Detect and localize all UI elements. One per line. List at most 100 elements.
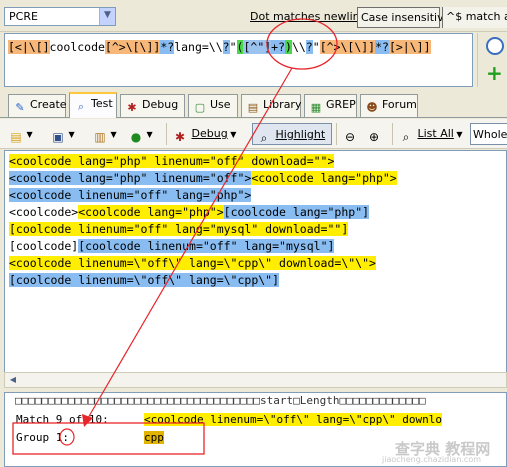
refresh-button[interactable]: ● ▼ [128, 123, 162, 145]
regex-token: ? [222, 40, 230, 54]
subject-text: <coolcode> [9, 205, 79, 219]
tab-label: Use [210, 98, 231, 111]
match-highlight: [coolcode linenum="off" lang="mysql"] [78, 239, 335, 253]
regex-token: *? [160, 40, 175, 54]
whole-line-label: Whole l [473, 128, 507, 141]
subject-line[interactable]: [coolcode linenum=\"off\" lang=\"cpp\"] [9, 272, 280, 289]
save-button[interactable]: ▣ ▼ [50, 123, 84, 145]
regex-token: " [229, 40, 237, 54]
regex-text[interactable]: [<|\[]coolcode[^>\[\]]*?lang=\\?"([^"]+?… [8, 38, 468, 56]
tab-debug[interactable]: ✱ Debug [120, 94, 185, 117]
tab-label: Create [30, 98, 67, 111]
test-search-icon: ⌕ [77, 100, 85, 113]
regex-token: coolcode [49, 40, 105, 54]
open-file-icon: ▤ [10, 130, 22, 144]
tab-create[interactable]: ✎ Create [8, 94, 67, 117]
debug-bug-icon: ✱ [127, 101, 137, 114]
match-value[interactable]: <coolcode linenum=\"off\" lang=\"cpp\" d… [144, 412, 443, 428]
dot-matches-newline-toggle[interactable]: Dot matches newline [247, 7, 366, 28]
list-search-icon: ⌕ [402, 130, 410, 144]
tab-label: GREP [326, 98, 356, 111]
zoom-next-icon: ⊕ [368, 130, 380, 144]
options-bar: PCRE ▼ Dot matches newline Case insensit… [0, 0, 507, 32]
toolbar-divider [392, 123, 393, 145]
toolbar-divider [166, 123, 167, 145]
next-match-button[interactable]: ⊕ [366, 123, 386, 145]
regex-side-toolbar: + [477, 33, 507, 87]
match-highlight: [coolcode linenum="off" lang="mysql" dow… [9, 222, 349, 236]
refresh-icon: ● [130, 130, 142, 144]
list-all-button[interactable]: ⌕ List All ▼ [398, 123, 466, 145]
paste-button[interactable]: ▥ ▼ [92, 123, 126, 145]
subject-line[interactable]: <coolcode><coolcode lang="php">[coolcode… [9, 204, 370, 221]
match-at-label: ^$ match at [446, 10, 507, 23]
case-insensitive-label: Case insensitive [361, 11, 451, 24]
subject-line[interactable]: <coolcode lang="php" linenum="off" downl… [9, 153, 335, 170]
group-label: Group 1: [16, 431, 69, 444]
tab-test[interactable]: ⌕ Test [69, 92, 117, 118]
tab-use[interactable]: ▢ Use [188, 94, 238, 117]
tab-forum[interactable]: ☻ Forum [360, 94, 418, 117]
test-toolbar: ▤ ▼ ▣ ▼ ▥ ▼ ● ▼ ✱ Debug ▼ ⌕ Highlight ⊖ … [0, 119, 507, 149]
regex-token: [^>\[\]] [319, 40, 376, 54]
forum-icon: ☻ [366, 101, 378, 114]
scroll-left-icon[interactable]: ◀ [6, 374, 20, 386]
whole-line-select[interactable]: Whole l [470, 123, 507, 145]
group-value[interactable]: cpp [144, 430, 164, 446]
regex-token: [^>\[\]] [104, 40, 161, 54]
zoom-previous-icon: ⊖ [344, 130, 356, 144]
subject-line[interactable]: <coolcode linenum=\"off\" lang=\"cpp\" d… [9, 255, 376, 272]
paste-icon: ▥ [94, 130, 106, 144]
horizontal-scrollbar[interactable]: ◀ [4, 372, 507, 388]
results-header: □□□□□□□□□□□□□□□□□□□□□□□□□□□□□□□□□□□□□sta… [15, 394, 426, 407]
watermark-url: jiaocheng.chazidian.com [382, 455, 482, 464]
list-all-label: List All [417, 127, 454, 140]
regex-token: " [312, 40, 320, 54]
regex-token: [>|\]] [388, 40, 431, 54]
add-icon[interactable]: + [486, 63, 504, 83]
tab-label: Test [91, 97, 113, 110]
regex-editor[interactable]: [<|\[]coolcode[^>\[\]]*?lang=\\?"([^"]+?… [4, 33, 473, 87]
tab-label: Forum [382, 98, 417, 111]
debug-button[interactable]: ✱ Debug ▼ [172, 123, 246, 145]
tab-grep[interactable]: ▦ GREP [304, 94, 357, 117]
bug-icon: ✱ [174, 130, 186, 144]
subject-line[interactable]: <coolcode lang="php" linenum="off"><cool… [9, 170, 397, 187]
match-highlight: <coolcode lang="php"> [78, 205, 224, 219]
match-highlight: <coolcode linenum="off" lang="php"> [9, 188, 252, 202]
match-at-line-breaks-toggle[interactable]: ^$ match at [442, 7, 507, 28]
regex-flavor-select[interactable]: PCRE ▼ [4, 7, 116, 26]
history-icon[interactable] [486, 37, 504, 55]
match-highlight: <coolcode lang="php"> [251, 171, 397, 185]
subject-line[interactable]: <coolcode linenum="off" lang="php"> [9, 187, 252, 204]
tab-label: Debug [142, 98, 179, 111]
regex-token: *? [375, 40, 389, 54]
tab-label: Library [263, 98, 302, 111]
chevron-down-icon[interactable]: ▼ [99, 8, 115, 25]
case-insensitive-toggle[interactable]: Case insensitive [357, 7, 450, 28]
regex-token: ? [305, 40, 313, 54]
regex-token: ) [285, 40, 292, 54]
open-file-button[interactable]: ▤ ▼ [8, 123, 42, 145]
regex-token: [<|\[] [8, 40, 50, 54]
subject-text: [coolcode] [9, 239, 79, 253]
regex-token: lang=\\ [174, 40, 223, 54]
use-icon: ▢ [194, 101, 206, 114]
subject-line[interactable]: [coolcode linenum="off" lang="mysql" dow… [9, 221, 349, 238]
dot-matches-newline-label: Dot matches newline [250, 10, 367, 23]
match-value-text: <coolcode linenum=\"off\" lang=\"cpp\" d… [144, 413, 443, 426]
grep-icon: ▦ [310, 101, 322, 114]
previous-match-button[interactable]: ⊖ [342, 123, 362, 145]
highlight-label: Highlight [275, 128, 326, 141]
highlight-toggle[interactable]: ⌕ Highlight [252, 123, 332, 145]
subject-line[interactable]: [coolcode][coolcode linenum="off" lang="… [9, 238, 335, 255]
main-tabs: ✎ Create ⌕ Test ✱ Debug ▢ Use ▤ Library ▦ GREP ☻ Foru… [0, 92, 507, 118]
match-label: Match 9 of 10: [16, 413, 109, 426]
subject-text-area[interactable]: <coolcode lang="php" linenum="off" downl… [4, 150, 507, 374]
match-highlight: <coolcode lang="php" linenum="off" downl… [9, 154, 335, 168]
regex-token: +? [271, 40, 286, 54]
toolbar-divider [336, 123, 337, 145]
tab-library[interactable]: ▤ Library [241, 94, 301, 117]
regex-flavor-value: PCRE [9, 10, 38, 23]
match-highlight: <coolcode lang="php" linenum="off"> [9, 171, 252, 185]
